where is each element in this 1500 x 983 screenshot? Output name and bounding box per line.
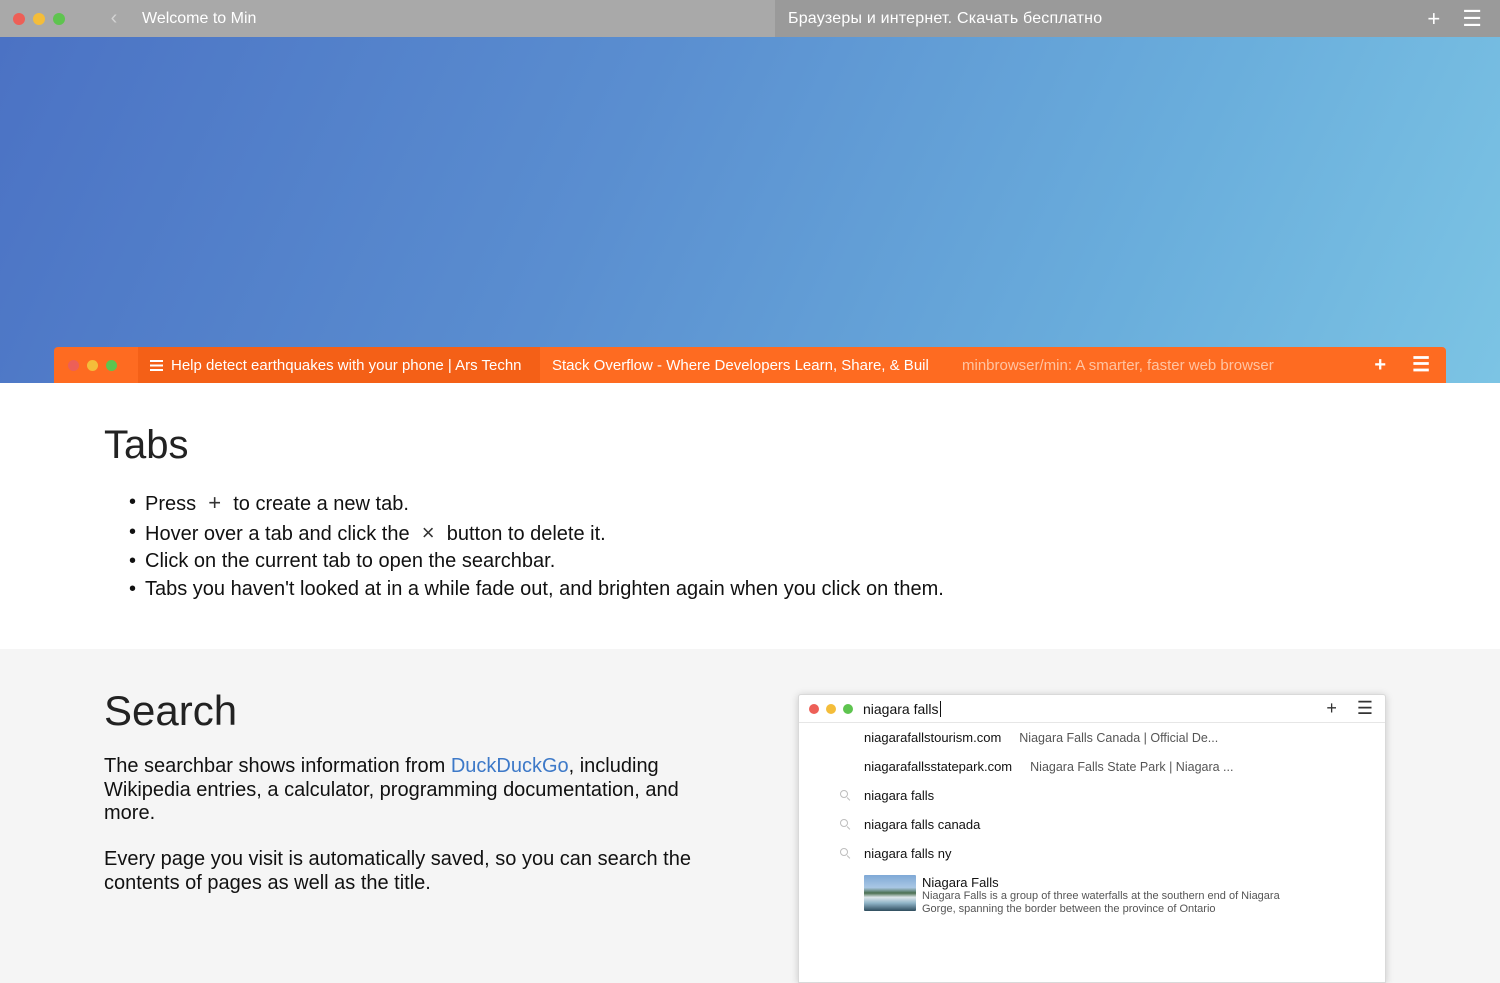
demo-menu-icon[interactable]: ☰ bbox=[1412, 355, 1430, 375]
demo-tab-actions: + ☰ bbox=[1374, 355, 1446, 375]
tabs-heading: Tabs bbox=[104, 423, 189, 467]
back-arrow-icon[interactable]: ‹ bbox=[98, 0, 130, 37]
list-item-text: button to delete it. bbox=[446, 522, 606, 545]
result-title: Niagara Falls State Park | Niagara ... bbox=[1030, 759, 1234, 774]
wikipedia-result-text: Niagara Falls Niagara Falls is a group o… bbox=[922, 875, 1292, 915]
wikipedia-result[interactable]: Niagara Falls Niagara Falls is a group o… bbox=[864, 875, 1292, 915]
search-description: The searchbar shows information from Duc… bbox=[104, 755, 694, 826]
close-icon: × bbox=[421, 519, 435, 545]
suggestion-row[interactable]: niagara falls canada bbox=[799, 810, 1385, 839]
window-titlebar: ‹ Welcome to Min Браузеры и интернет. Ск… bbox=[0, 0, 1500, 37]
list-item: Click on the current tab to open the sea… bbox=[129, 548, 944, 576]
searchbar-demo-minimize-dot bbox=[826, 703, 836, 714]
searchbar-demo-window: niagara falls + ☰ niagarafallstourism.co… bbox=[798, 694, 1386, 983]
suggestion-text: niagara falls ny bbox=[864, 846, 952, 861]
searchbar-demo-controls bbox=[799, 703, 863, 714]
result-row[interactable]: niagarafallsstatepark.com Niagara Falls … bbox=[799, 752, 1385, 781]
demo-minimize-dot bbox=[87, 359, 98, 371]
maximize-window-button[interactable] bbox=[53, 12, 65, 25]
list-item: Press + to create a new tab. bbox=[129, 489, 944, 519]
titlebar-actions: + ☰ bbox=[1427, 0, 1500, 37]
list-item: Tabs you haven't looked at in a while fa… bbox=[129, 576, 944, 604]
text-caret bbox=[939, 700, 941, 717]
list-item-text: Hover over a tab and click the bbox=[145, 522, 410, 545]
list-item-text: to create a new tab. bbox=[233, 493, 409, 515]
menu-icon[interactable]: ☰ bbox=[1462, 7, 1482, 30]
searchbar-demo-actions: + ☰ bbox=[1326, 698, 1385, 719]
searchbar-query: niagara falls bbox=[863, 700, 939, 717]
search-heading: Search bbox=[104, 687, 238, 734]
tab-welcome-to-min[interactable]: Welcome to Min bbox=[130, 0, 775, 37]
wikipedia-title: Niagara Falls bbox=[922, 875, 999, 890]
plus-icon: + bbox=[208, 490, 222, 515]
new-tab-button[interactable]: + bbox=[1427, 7, 1440, 30]
tab-browsers-internet[interactable]: Браузеры и интернет. Скачать бесплатно bbox=[775, 0, 1428, 37]
searchbar-demo-toolbar: niagara falls + ☰ bbox=[799, 695, 1385, 723]
search-icon bbox=[840, 790, 851, 801]
result-url: niagarafallsstatepark.com bbox=[864, 759, 1013, 774]
demo-tab-bar: Help detect earthquakes with your phone … bbox=[54, 347, 1446, 383]
demo-tab-minbrowser[interactable]: minbrowser/min: A smarter, faster web br… bbox=[950, 347, 1350, 383]
suggestion-row[interactable]: niagara falls ny bbox=[799, 839, 1385, 868]
wikipedia-description: Niagara Falls is a group of three waterf… bbox=[922, 890, 1280, 915]
niagara-falls-thumbnail bbox=[864, 875, 916, 911]
result-row[interactable]: niagarafallstourism.com Niagara Falls Ca… bbox=[799, 723, 1385, 752]
search-description-text: The searchbar shows information from bbox=[104, 755, 451, 777]
searchbar-demo-menu-icon[interactable]: ☰ bbox=[1357, 698, 1373, 719]
list-item-text: Press bbox=[145, 493, 197, 515]
searchbar-input[interactable]: niagara falls bbox=[863, 700, 941, 717]
result-title: Niagara Falls Canada | Official De... bbox=[1019, 730, 1219, 745]
searchbar-demo-new-tab-icon[interactable]: + bbox=[1326, 698, 1337, 719]
demo-tab-label: minbrowser/min: A smarter, faster web br… bbox=[962, 356, 1274, 374]
history-description: Every page you visit is automatically sa… bbox=[104, 848, 691, 894]
demo-tab-label: Help detect earthquakes with your phone … bbox=[171, 356, 522, 374]
reader-view-icon bbox=[150, 359, 163, 371]
demo-window-controls bbox=[54, 359, 138, 371]
hero-banner bbox=[0, 37, 1500, 383]
close-window-button[interactable] bbox=[13, 12, 25, 25]
searchbar-demo-maximize-dot bbox=[843, 703, 853, 714]
suggestion-row[interactable]: niagara falls bbox=[799, 781, 1385, 810]
search-icon bbox=[840, 848, 851, 859]
result-url: niagarafallstourism.com bbox=[864, 730, 1002, 745]
list-item: Hover over a tab and click the × button … bbox=[129, 519, 944, 549]
duckduckgo-link[interactable]: DuckDuckGo bbox=[451, 755, 569, 777]
demo-tab-stack-overflow[interactable]: Stack Overflow - Where Developers Learn,… bbox=[540, 347, 950, 383]
demo-close-dot bbox=[68, 359, 79, 371]
minimize-window-button[interactable] bbox=[33, 12, 45, 25]
demo-tab-ars-technica[interactable]: Help detect earthquakes with your phone … bbox=[138, 347, 540, 383]
searchbar-demo-close-dot bbox=[809, 703, 819, 714]
tabs-section: Tabs Press + to create a new tab. Hover … bbox=[0, 383, 1500, 649]
demo-tab-label: Stack Overflow - Where Developers Learn,… bbox=[552, 356, 929, 374]
search-results-list: niagarafallstourism.com Niagara Falls Ca… bbox=[799, 723, 1385, 868]
demo-maximize-dot bbox=[106, 359, 117, 371]
suggestion-text: niagara falls bbox=[864, 788, 935, 803]
suggestion-text: niagara falls canada bbox=[864, 817, 981, 832]
window-controls bbox=[0, 0, 98, 37]
demo-new-tab-icon[interactable]: + bbox=[1374, 355, 1386, 375]
search-icon bbox=[840, 819, 851, 830]
tabs-instructions-list: Press + to create a new tab. Hover over … bbox=[129, 489, 944, 603]
